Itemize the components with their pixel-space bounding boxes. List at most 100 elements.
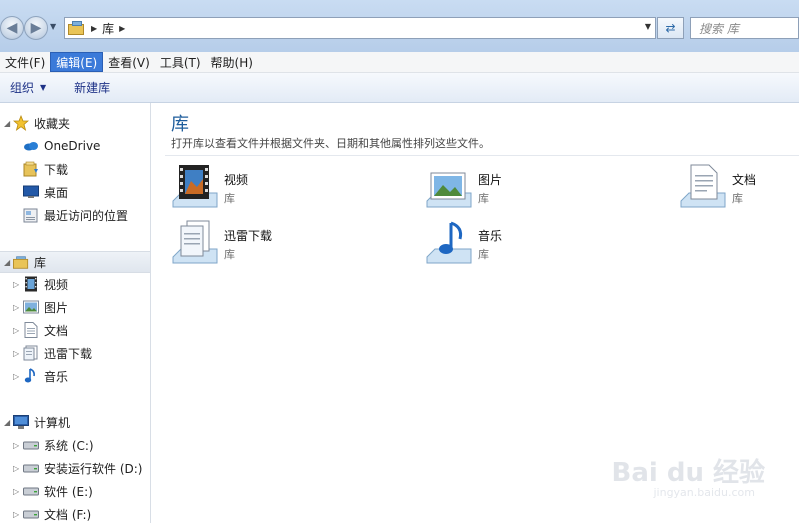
nav-item-label: 音乐 [44, 369, 69, 384]
nav-item-thunder-downloads[interactable]: ▷ 迅雷下载 [0, 343, 150, 363]
pictures-library-icon [425, 163, 473, 211]
refresh-button[interactable]: ⇄ [657, 17, 684, 39]
library-type: 库 [224, 248, 235, 261]
thunder-download-icon [23, 345, 39, 361]
library-name: 音乐 [478, 229, 503, 243]
recent-places-icon [23, 207, 39, 223]
star-icon [13, 115, 29, 131]
menu-file[interactable]: 文件(F) [0, 52, 50, 72]
nav-item-drive-e[interactable]: ▷ 软件 (E:) [0, 481, 150, 501]
drive-icon [23, 460, 39, 476]
nav-item-desktop[interactable]: 桌面 [0, 182, 150, 202]
breadcrumb-library[interactable]: 库 [102, 20, 114, 37]
menu-bar: 文件(F) 编辑(E) 查看(V) 工具(T) 帮助(H) [0, 52, 799, 73]
documents-icon [23, 322, 39, 338]
menu-help[interactable]: 帮助(H) [206, 52, 258, 72]
nav-item-label: 文档 [44, 323, 69, 338]
breadcrumb-separator-icon[interactable]: ▶ [91, 24, 97, 33]
library-icon [68, 21, 86, 35]
library-documents[interactable]: 文档 库 [679, 163, 799, 213]
nav-item-pictures[interactable]: ▷ 图片 [0, 297, 150, 317]
organize-button[interactable]: 组织 ▼ [4, 79, 52, 96]
collapse-triangle-icon[interactable]: ◢ [4, 258, 10, 267]
nav-item-downloads[interactable]: 下载 [0, 159, 150, 179]
nav-item-label: 安装运行软件 (D:) [44, 461, 143, 476]
address-dropdown-icon[interactable]: ▼ [645, 22, 651, 31]
library-thunder-downloads[interactable]: 迅雷下载 库 [171, 219, 371, 269]
desktop-icon [23, 184, 39, 200]
nav-item-music[interactable]: ▷ 音乐 [0, 366, 150, 386]
library-music[interactable]: 音乐 库 [425, 219, 625, 269]
menu-edit[interactable]: 编辑(E) [50, 52, 104, 72]
expand-triangle-icon[interactable]: ▷ [13, 441, 19, 450]
library-type: 库 [732, 192, 743, 205]
expand-triangle-icon[interactable]: ▷ [13, 326, 19, 335]
nav-item-label: 下载 [44, 162, 69, 177]
library-name: 迅雷下载 [224, 229, 273, 243]
music-icon [23, 368, 39, 384]
collapse-triangle-icon[interactable]: ◢ [4, 418, 10, 427]
onedrive-icon [23, 138, 39, 154]
nav-item-drive-f[interactable]: ▷ 文档 (F:) [0, 504, 150, 523]
library-icon [13, 254, 29, 270]
menu-tools[interactable]: 工具(T) [155, 52, 206, 72]
nav-item-label: 图片 [44, 300, 69, 315]
organize-label: 组织 [10, 81, 35, 95]
nav-item-label: 系统 (C:) [44, 438, 94, 453]
command-bar: 组织 ▼ 新建库 [0, 73, 799, 103]
nav-favorites-label: 收藏夹 [34, 116, 71, 131]
nav-item-label: 视频 [44, 277, 69, 292]
nav-favorites[interactable]: ◢ 收藏夹 [0, 113, 150, 133]
search-input[interactable]: 搜索 库 [690, 17, 799, 39]
new-library-button[interactable]: 新建库 [68, 79, 116, 96]
expand-triangle-icon[interactable]: ▷ [13, 280, 19, 289]
back-button[interactable]: ◀ [0, 16, 24, 40]
nav-item-videos[interactable]: ▷ 视频 [0, 274, 150, 294]
nav-item-label: OneDrive [44, 139, 101, 153]
drive-icon [23, 506, 39, 522]
computer-icon [13, 414, 29, 430]
library-name: 视频 [224, 173, 249, 187]
music-library-icon [425, 219, 473, 267]
nav-item-label: 软件 (E:) [44, 484, 93, 499]
documents-library-icon [679, 163, 727, 211]
nav-item-documents[interactable]: ▷ 文档 [0, 320, 150, 340]
nav-item-drive-d[interactable]: ▷ 安装运行软件 (D:) [0, 458, 150, 478]
nav-computer[interactable]: ◢ 计算机 [0, 412, 150, 432]
library-type: 库 [478, 192, 489, 205]
video-library-icon [171, 163, 219, 211]
drive-icon [23, 483, 39, 499]
expand-triangle-icon[interactable]: ▷ [13, 510, 19, 519]
address-bar-area: ◀ ▶ ▼ ▶ 库 ▶ ▼ ⇄ 搜索 库 [0, 0, 799, 52]
library-name: 文档 [732, 173, 757, 187]
nav-item-label: 文档 (F:) [44, 507, 92, 522]
address-box[interactable]: ▶ 库 ▶ ▼ [64, 17, 656, 39]
expand-triangle-icon[interactable]: ▷ [13, 303, 19, 312]
drive-icon [23, 437, 39, 453]
nav-computer-label: 计算机 [34, 415, 71, 430]
library-videos[interactable]: 视频 库 [171, 163, 371, 213]
download-library-icon [171, 219, 219, 267]
page-description: 打开库以查看文件并根据文件夹、日期和其他属性排列这些文件。 [171, 137, 490, 150]
nav-libraries[interactable]: ◢ 库 [0, 251, 150, 273]
breadcrumb-separator-icon[interactable]: ▶ [119, 24, 125, 33]
chevron-down-icon: ▼ [40, 83, 47, 92]
navigation-pane[interactable]: ◢ 收藏夹 OneDrive 下载 桌面 最近访问的位置 ◢ 库 ▷ 视频 ▷ … [0, 103, 151, 523]
nav-item-drive-c[interactable]: ▷ 系统 (C:) [0, 435, 150, 455]
expand-triangle-icon[interactable]: ▷ [13, 372, 19, 381]
expand-triangle-icon[interactable]: ▷ [13, 464, 19, 473]
nav-item-label: 桌面 [44, 185, 69, 200]
collapse-triangle-icon[interactable]: ◢ [4, 119, 10, 128]
forward-button[interactable]: ▶ [24, 16, 48, 40]
library-type: 库 [224, 192, 235, 205]
expand-triangle-icon[interactable]: ▷ [13, 349, 19, 358]
refresh-icon: ⇄ [665, 21, 676, 35]
video-icon [23, 276, 39, 292]
expand-triangle-icon[interactable]: ▷ [13, 487, 19, 496]
recent-pages-dropdown[interactable]: ▼ [50, 22, 56, 31]
nav-item-onedrive[interactable]: OneDrive [0, 136, 150, 156]
menu-view[interactable]: 查看(V) [103, 52, 155, 72]
nav-item-recent-places[interactable]: 最近访问的位置 [0, 205, 150, 225]
page-title: 库 [171, 114, 189, 135]
library-pictures[interactable]: 图片 库 [425, 163, 625, 213]
